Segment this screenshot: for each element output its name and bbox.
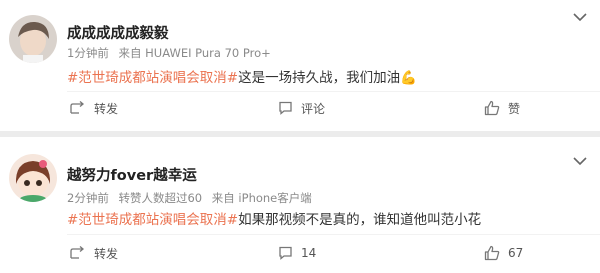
action-bar: 转发 14 67	[0, 238, 600, 268]
comment-icon	[279, 246, 292, 260]
like-button[interactable]: 67	[484, 238, 523, 268]
avatar[interactable]	[9, 15, 57, 63]
like-button[interactable]: 赞	[484, 93, 520, 123]
forward-count: 转赞人数超过60	[118, 191, 203, 205]
chevron-down-icon[interactable]	[572, 11, 588, 23]
comment-label: 评论	[301, 101, 326, 116]
avatar[interactable]	[9, 154, 57, 202]
comment-count: 14	[301, 246, 317, 260]
username[interactable]: 成成成成成毅毅	[67, 22, 169, 43]
username[interactable]: 越努力fover越幸运	[67, 164, 197, 185]
like-count: 67	[508, 246, 524, 260]
thumbs-up-icon	[484, 100, 500, 116]
post-meta: 1分钟前 来自 HUAWEI Pura 70 Pro+	[67, 45, 277, 61]
divider	[67, 234, 600, 235]
repost-label: 转发	[94, 246, 119, 261]
repost-button[interactable]: 转发	[70, 93, 118, 123]
hashtag-link[interactable]: #范世琦成都站演唱会取消#	[67, 212, 238, 228]
like-label: 赞	[508, 101, 521, 116]
post-content: #范世琦成都站演唱会取消#如果那视频不是真的，谁知道他叫范小花	[67, 208, 481, 228]
comment-button[interactable]: 评论	[278, 93, 325, 123]
post-card: 成成成成成毅毅 1分钟前 来自 HUAWEI Pura 70 Pro+ #范世琦…	[0, 0, 600, 131]
chevron-down-icon[interactable]	[572, 155, 588, 167]
post-text: 这是一场持久战，我们加油	[238, 70, 401, 86]
action-bar: 转发 评论 赞	[0, 93, 600, 123]
post-meta: 2分钟前 转赞人数超过60 来自 iPhone客户端	[67, 190, 318, 206]
source: 来自 HUAWEI Pura 70 Pro+	[118, 46, 271, 60]
source: 来自 iPhone客户端	[211, 191, 312, 205]
comment-button[interactable]: 14	[278, 238, 316, 268]
repost-icon	[70, 101, 85, 114]
divider	[67, 91, 600, 92]
repost-button[interactable]: 转发	[70, 238, 118, 268]
repost-label: 转发	[94, 101, 119, 116]
repost-icon	[70, 246, 85, 259]
emoji: 💪	[400, 70, 417, 86]
post-text: 如果那视频不是真的，谁知道他叫范小花	[238, 212, 482, 228]
timestamp[interactable]: 2分钟前	[67, 191, 109, 205]
comment-icon	[279, 101, 292, 115]
hashtag-link[interactable]: #范世琦成都站演唱会取消#	[67, 70, 238, 86]
timestamp[interactable]: 1分钟前	[67, 46, 109, 60]
thumbs-up-icon	[484, 245, 500, 261]
post-content: #范世琦成都站演唱会取消#这是一场持久战，我们加油💪	[67, 66, 417, 86]
